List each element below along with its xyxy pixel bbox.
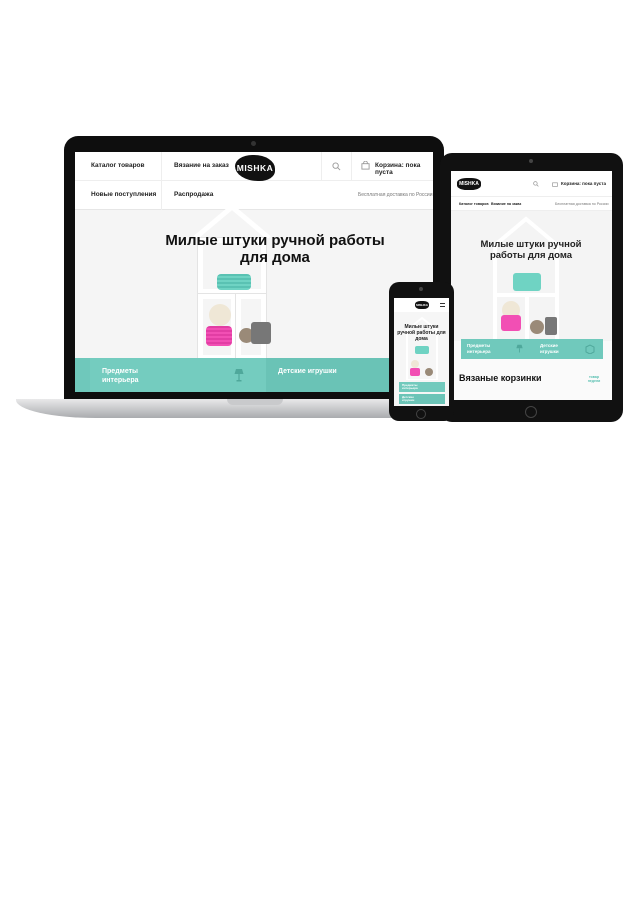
category-band: Предметы интерьера Детские игрушки: [75, 358, 433, 392]
phone-category-interior-label: Предметы интерьера: [402, 382, 418, 390]
laptop-screen: Каталог товаров Вязание на заказ MISHKA …: [75, 152, 433, 392]
mint-basket: [217, 274, 251, 290]
tablet-section-title: Вязаные корзинки: [459, 373, 542, 383]
tablet-home-button: [525, 406, 537, 418]
menu-icon[interactable]: [440, 303, 445, 307]
tablet-nav-custom[interactable]: Вязание на заказ: [491, 202, 521, 206]
tablet-camera: [529, 159, 533, 163]
nav-sale-link[interactable]: Распродажа: [174, 191, 213, 198]
tablet-delivery-note: Бесплатная доставка по России: [555, 202, 609, 206]
laptop-notch: [227, 399, 283, 405]
nav-catalog-link[interactable]: Каталог товаров: [91, 162, 145, 169]
search-icon[interactable]: [533, 181, 539, 187]
laptop-lid: Каталог товаров Вязание на заказ MISHKA …: [64, 136, 444, 401]
bag-icon: [361, 161, 370, 170]
tablet-hero: Милые штуки ручной работы для дома: [451, 211, 612, 341]
lamp-icon: [234, 369, 244, 382]
tablet-category-interior[interactable]: Предметы интерьера: [467, 343, 501, 354]
phone-hero-title: Милые штуки ручной работы для дома: [397, 324, 446, 342]
tablet-week-product-link[interactable]: товар недели: [584, 375, 604, 383]
site-logo[interactable]: MISHKA: [235, 155, 275, 181]
tablet-cart-link[interactable]: Корзина: пока пуста: [561, 181, 606, 186]
phone-screen: MISHKA Милые штуки ручной работы для дом…: [394, 298, 449, 406]
laptop-camera: [251, 141, 256, 146]
laptop-hero: Милые штуки ручной работы для дома Предм…: [75, 204, 433, 392]
nav-new-arrivals-link[interactable]: Новые поступления: [91, 191, 156, 198]
tablet-logo[interactable]: MISHKA: [457, 178, 481, 190]
tablet-header: MISHKA Корзина: пока пуста: [451, 171, 612, 197]
house-shelf-image: [493, 216, 559, 341]
tablet-category-toys[interactable]: Детские игрушки: [540, 343, 574, 354]
phone-camera: [419, 287, 423, 291]
lamp-icon: [516, 344, 523, 353]
nav-divider: [161, 181, 162, 210]
phone-header: MISHKA: [394, 298, 449, 312]
category-interior-label: Предметы интерьера: [102, 368, 139, 384]
phone-device: MISHKA Милые штуки ручной работы для дом…: [389, 282, 454, 421]
laptop-site-header: Каталог товаров Вязание на заказ MISHKA …: [75, 152, 433, 210]
category-interior[interactable]: Предметы интерьера: [90, 358, 266, 392]
gray-pillow: [251, 322, 271, 344]
phone-category-interior[interactable]: Предметы интерьера: [399, 382, 445, 392]
search-icon[interactable]: [332, 162, 341, 171]
hero-title: Милые штуки ручной работы для дома: [165, 232, 385, 266]
tablet-hero-title: Милые штуки ручной работы для дома: [480, 239, 582, 261]
bag-icon: [552, 182, 558, 187]
phone-logo[interactable]: MISHKA: [415, 301, 429, 309]
tablet-device: MISHKA Корзина: пока пуста Каталог товар…: [440, 153, 623, 422]
box-icon: [585, 344, 595, 354]
category-toys-label: Детские игрушки: [278, 368, 337, 375]
nav-divider: [351, 152, 352, 181]
phone-category-toys-label: Детские игрушки: [402, 394, 415, 402]
tablet-nav: Каталог товаров Вязание на заказ Бесплат…: [451, 197, 612, 211]
cart-link[interactable]: Корзина: пока пуста: [375, 162, 433, 176]
toy-bear: [209, 304, 231, 326]
tablet-nav-catalog[interactable]: Каталог товаров: [459, 202, 489, 206]
delivery-note: Бесплатная доставка по России: [358, 192, 433, 198]
phone-home-button: [416, 409, 426, 419]
nav-divider: [161, 152, 162, 181]
laptop-nav-row-top: Каталог товаров Вязание на заказ MISHKA …: [75, 152, 433, 181]
phone-category-toys[interactable]: Детские игрушки: [399, 394, 445, 404]
nav-divider: [321, 152, 322, 181]
pink-basket: [206, 326, 232, 346]
nav-custom-knitting-link[interactable]: Вязание на заказ: [174, 162, 229, 169]
tablet-screen: MISHKA Корзина: пока пуста Каталог товар…: [451, 171, 612, 400]
tablet-category-band: Предметы интерьера Детские игрушки: [461, 339, 603, 359]
